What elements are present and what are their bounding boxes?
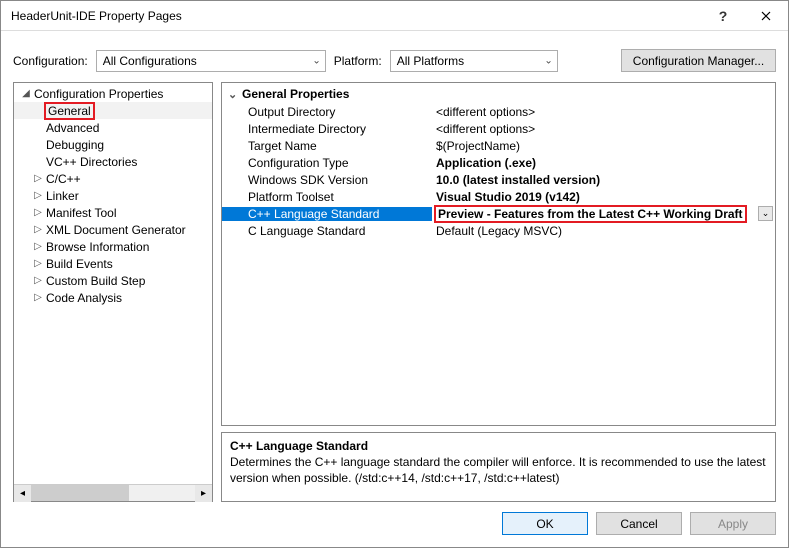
window-title: HeaderUnit-IDE Property Pages (11, 9, 703, 23)
tree-item-code-analysis[interactable]: ▷Code Analysis (14, 289, 212, 306)
tree-item-browse-information[interactable]: ▷Browse Information (14, 238, 212, 255)
description-panel: C++ Language Standard Determines the C++… (221, 432, 776, 502)
platform-value: All Platforms (397, 54, 464, 68)
dropdown-button[interactable]: ⌄ (758, 206, 773, 221)
configuration-label: Configuration: (13, 54, 88, 68)
property-row[interactable]: C Language StandardDefault (Legacy MSVC) (222, 222, 775, 239)
property-value[interactable]: Preview - Features from the Latest C++ W… (432, 205, 775, 223)
property-name: C Language Standard (222, 224, 432, 238)
tree-root[interactable]: ◢ Configuration Properties (14, 85, 212, 102)
property-value-text: Preview - Features from the Latest C++ W… (434, 205, 747, 223)
property-row[interactable]: Intermediate Directory<different options… (222, 120, 775, 137)
close-icon (761, 11, 771, 21)
apply-button[interactable]: Apply (690, 512, 776, 535)
main-area: ◢ Configuration Properties GeneralAdvanc… (1, 82, 788, 502)
expand-icon[interactable]: ▷ (32, 224, 44, 235)
tree-item-label: Advanced (44, 121, 101, 135)
tree-item-general[interactable]: General (14, 102, 212, 119)
property-group-title: General Properties (242, 87, 349, 101)
configuration-manager-button[interactable]: Configuration Manager... (621, 49, 776, 72)
expand-icon[interactable]: ▷ (32, 258, 44, 269)
tree[interactable]: ◢ Configuration Properties GeneralAdvanc… (14, 83, 212, 484)
property-name: C++ Language Standard (222, 207, 432, 221)
property-row[interactable]: Platform ToolsetVisual Studio 2019 (v142… (222, 188, 775, 205)
configuration-value: All Configurations (103, 54, 197, 68)
tree-item-label: Linker (44, 189, 81, 203)
tree-item-label: Code Analysis (44, 291, 124, 305)
property-value[interactable]: Application (.exe) (432, 156, 775, 170)
description-title: C++ Language Standard (230, 439, 767, 453)
tree-item-debugging[interactable]: Debugging (14, 136, 212, 153)
tree-item-label: Browse Information (44, 240, 151, 254)
dialog-footer: OK Cancel Apply (1, 502, 788, 535)
tree-item-label: General (44, 102, 95, 120)
expand-icon[interactable]: ▷ (32, 241, 44, 252)
scroll-right-button[interactable]: ▸ (195, 485, 212, 502)
scroll-track[interactable] (31, 485, 195, 501)
property-value[interactable]: <different options> (432, 105, 775, 119)
property-row[interactable]: Configuration TypeApplication (.exe) (222, 154, 775, 171)
collapse-icon[interactable]: ◢ (20, 88, 32, 99)
property-value[interactable]: Default (Legacy MSVC) (432, 224, 775, 238)
scroll-left-button[interactable]: ◂ (14, 485, 31, 502)
chevron-down-icon: ⌄ (312, 55, 320, 66)
collapse-icon[interactable]: ⌄ (228, 88, 242, 101)
property-value[interactable]: <different options> (432, 122, 775, 136)
chevron-down-icon: ⌄ (544, 55, 552, 66)
expand-icon[interactable]: ▷ (32, 173, 44, 184)
property-row[interactable]: Target Name$(ProjectName) (222, 137, 775, 154)
property-group-header[interactable]: ⌄ General Properties (222, 85, 775, 103)
tree-item-manifest-tool[interactable]: ▷Manifest Tool (14, 204, 212, 221)
help-button[interactable]: ? (703, 1, 743, 31)
close-button[interactable] (743, 1, 788, 31)
property-name: Output Directory (222, 105, 432, 119)
platform-label: Platform: (334, 54, 382, 68)
tree-item-label: C/C++ (44, 172, 83, 186)
tree-item-linker[interactable]: ▷Linker (14, 187, 212, 204)
cancel-button[interactable]: Cancel (596, 512, 682, 535)
titlebar: HeaderUnit-IDE Property Pages ? (1, 1, 788, 31)
property-name: Windows SDK Version (222, 173, 432, 187)
property-value[interactable]: Visual Studio 2019 (v142) (432, 190, 775, 204)
property-value[interactable]: 10.0 (latest installed version) (432, 173, 775, 187)
config-toolbar: Configuration: All Configurations ⌄ Plat… (1, 31, 788, 82)
tree-item-label: XML Document Generator (44, 223, 188, 237)
tree-horizontal-scrollbar[interactable]: ◂ ▸ (14, 484, 212, 501)
tree-item-xml-document-generator[interactable]: ▷XML Document Generator (14, 221, 212, 238)
property-name: Target Name (222, 139, 432, 153)
tree-item-build-events[interactable]: ▷Build Events (14, 255, 212, 272)
tree-item-label: Manifest Tool (44, 206, 118, 220)
configuration-dropdown[interactable]: All Configurations ⌄ (96, 50, 326, 72)
right-panel: ⌄ General Properties Output Directory<di… (221, 82, 776, 502)
tree-item-label: Build Events (44, 257, 115, 271)
expand-icon[interactable]: ▷ (32, 292, 44, 303)
property-value[interactable]: $(ProjectName) (432, 139, 775, 153)
tree-panel: ◢ Configuration Properties GeneralAdvanc… (13, 82, 213, 502)
expand-icon[interactable]: ▷ (32, 190, 44, 201)
expand-icon[interactable]: ▷ (32, 207, 44, 218)
tree-item-advanced[interactable]: Advanced (14, 119, 212, 136)
tree-item-c-c-[interactable]: ▷C/C++ (14, 170, 212, 187)
property-name: Intermediate Directory (222, 122, 432, 136)
platform-dropdown[interactable]: All Platforms ⌄ (390, 50, 558, 72)
tree-item-label: Custom Build Step (44, 274, 147, 288)
property-row[interactable]: Output Directory<different options> (222, 103, 775, 120)
tree-item-label: Debugging (44, 138, 106, 152)
description-body: Determines the C++ language standard the… (230, 455, 767, 486)
expand-icon[interactable]: ▷ (32, 275, 44, 286)
tree-item-custom-build-step[interactable]: ▷Custom Build Step (14, 272, 212, 289)
property-row[interactable]: C++ Language StandardPreview - Features … (222, 205, 775, 222)
ok-button[interactable]: OK (502, 512, 588, 535)
tree-item-vc-directories[interactable]: VC++ Directories (14, 153, 212, 170)
scroll-thumb[interactable] (31, 485, 129, 501)
property-grid: ⌄ General Properties Output Directory<di… (221, 82, 776, 426)
property-name: Platform Toolset (222, 190, 432, 204)
property-name: Configuration Type (222, 156, 432, 170)
tree-item-label: VC++ Directories (44, 155, 139, 169)
tree-root-label: Configuration Properties (32, 87, 165, 101)
property-row[interactable]: Windows SDK Version10.0 (latest installe… (222, 171, 775, 188)
